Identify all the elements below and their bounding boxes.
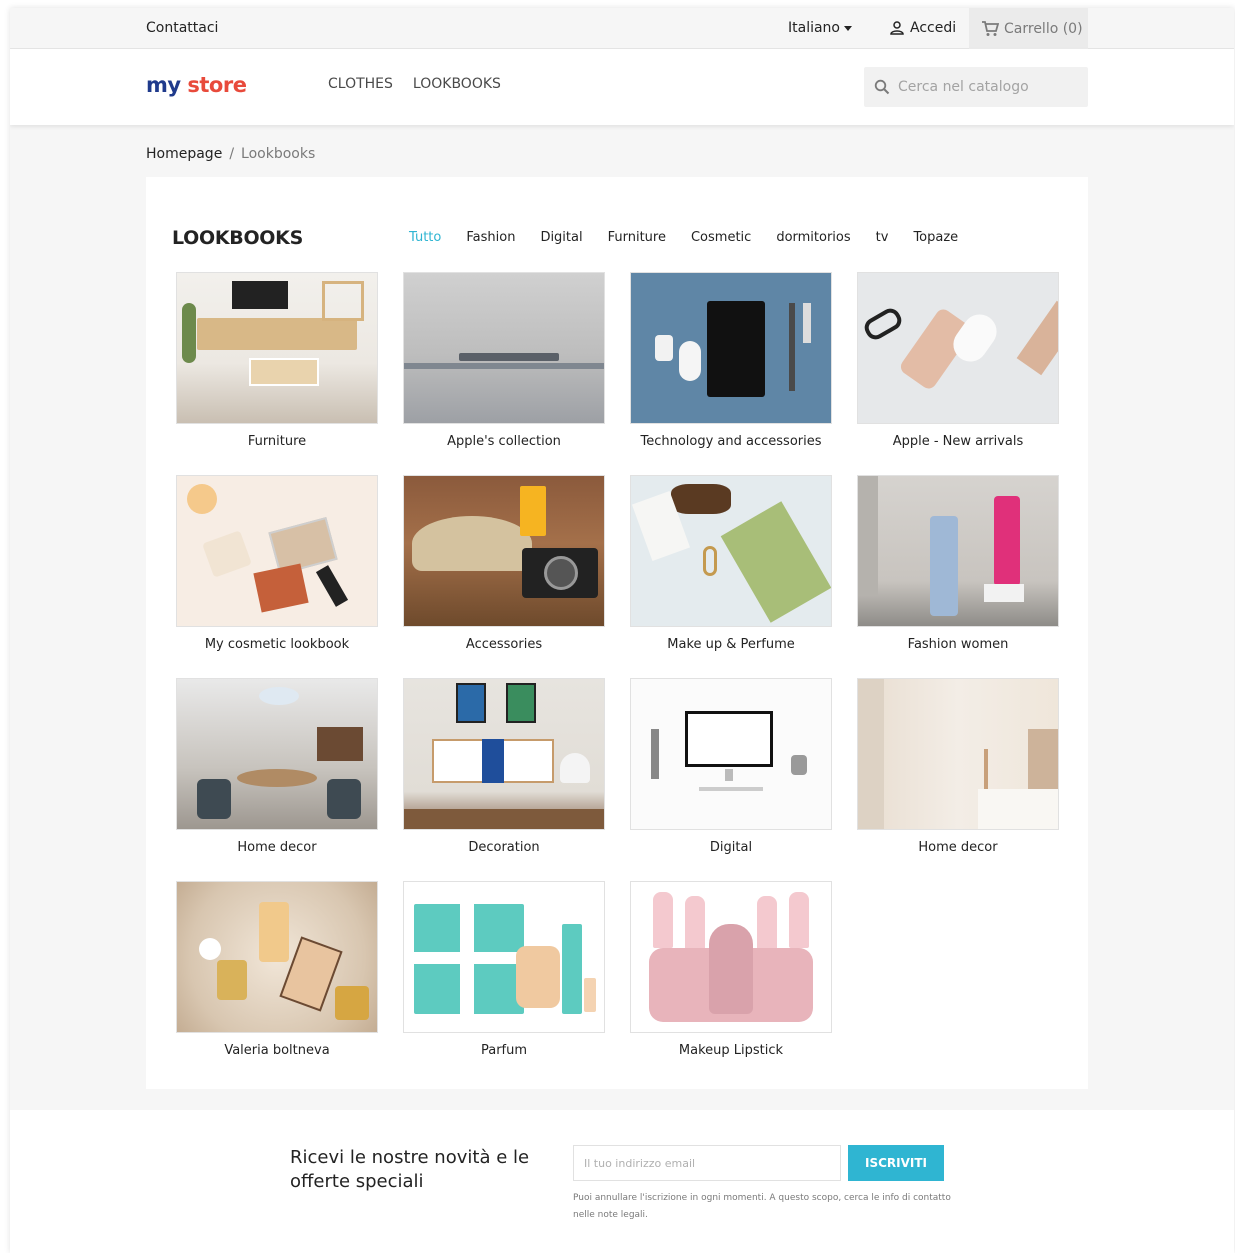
- newsletter-note: Puoi annullare l'iscrizione in ogni mome…: [573, 1193, 951, 1220]
- lookbook-thumbnail[interactable]: [403, 881, 605, 1033]
- lookbook-thumbnail[interactable]: [176, 881, 378, 1033]
- login-label: Accedi: [910, 20, 957, 36]
- logo-part-my: my: [146, 73, 181, 97]
- contact-link[interactable]: Contattaci: [146, 20, 218, 36]
- filter-tab-tv[interactable]: tv: [876, 230, 889, 245]
- cart-label: Carrello (0): [1004, 20, 1083, 37]
- filter-tab-fashion[interactable]: Fashion: [466, 230, 515, 245]
- lookbook-thumbnail[interactable]: [176, 272, 378, 424]
- filter-tabs: Tutto Fashion Digital Furniture Cosmetic…: [409, 230, 958, 245]
- filter-tab-cosmetic[interactable]: Cosmetic: [691, 230, 751, 245]
- language-selector[interactable]: Italiano: [788, 20, 852, 36]
- lookbook-item[interactable]: Technology and accessories: [630, 272, 832, 449]
- lookbook-thumbnail[interactable]: [403, 678, 605, 830]
- lookbook-item[interactable]: Apple - New arrivals: [857, 272, 1059, 449]
- lookbook-caption: Home decor: [918, 840, 998, 855]
- filter-tab-furniture[interactable]: Furniture: [608, 230, 666, 245]
- lookbook-thumbnail[interactable]: [630, 272, 832, 424]
- lookbook-item[interactable]: Digital: [630, 678, 832, 855]
- lookbook-thumbnail[interactable]: [630, 881, 832, 1033]
- lookbook-thumbnail[interactable]: [176, 475, 378, 627]
- breadcrumb-separator: /: [229, 146, 235, 162]
- lookbook-caption: Fashion women: [907, 637, 1009, 652]
- filter-tab-topaze[interactable]: Topaze: [913, 230, 958, 245]
- store-logo[interactable]: my store: [146, 73, 247, 97]
- lookbook-caption: Make up & Perfume: [667, 637, 795, 652]
- lookbook-caption: Apple's collection: [447, 434, 561, 449]
- nav-item-lookbooks[interactable]: LOOKBOOKS: [413, 76, 501, 92]
- lookbook-item[interactable]: Furniture: [176, 272, 378, 449]
- lookbook-thumbnail[interactable]: [176, 678, 378, 830]
- header: my store CLOTHES LOOKBOOKS: [10, 49, 1234, 125]
- lookbook-item[interactable]: Parfum: [403, 881, 605, 1058]
- top-bar: Contattaci Italiano Accedi Carrello (0): [10, 8, 1234, 49]
- page-title: LOOKBOOKS: [172, 227, 303, 249]
- shopping-cart-icon: [982, 20, 999, 36]
- caret-down-icon: [844, 25, 852, 31]
- lookbook-item[interactable]: Accessories: [403, 475, 605, 652]
- search-icon[interactable]: [874, 79, 890, 95]
- lookbook-caption: Home decor: [237, 840, 317, 855]
- user-icon: [890, 21, 904, 35]
- lookbook-caption: Valeria boltneva: [224, 1043, 330, 1058]
- lookbook-item[interactable]: Valeria boltneva: [176, 881, 378, 1058]
- newsletter-heading: Ricevi le nostre novità e le offerte spe…: [290, 1147, 530, 1192]
- email-field[interactable]: [573, 1145, 841, 1181]
- subscribe-button[interactable]: ISCRIVITI: [848, 1145, 944, 1181]
- lookbook-caption: Technology and accessories: [640, 434, 822, 449]
- filter-tab-digital[interactable]: Digital: [540, 230, 582, 245]
- filter-tab-dormitorios[interactable]: dormitorios: [776, 230, 850, 245]
- lookbook-thumbnail[interactable]: [857, 475, 1059, 627]
- lookbook-caption: My cosmetic lookbook: [204, 637, 350, 652]
- lookbook-item[interactable]: Home decor: [176, 678, 378, 855]
- lookbook-caption: Parfum: [480, 1043, 528, 1058]
- lookbook-thumbnail[interactable]: [857, 678, 1059, 830]
- search-input[interactable]: [898, 79, 1068, 95]
- lookbook-item[interactable]: Decoration: [403, 678, 605, 855]
- nav-item-clothes[interactable]: CLOTHES: [328, 76, 393, 92]
- lookbook-caption: Accessories: [465, 637, 543, 652]
- lookbook-caption: Makeup Lipstick: [678, 1043, 784, 1058]
- lookbooks-card: LOOKBOOKS Tutto Fashion Digital Furnitur…: [146, 177, 1088, 1089]
- filter-tab-tutto[interactable]: Tutto: [409, 230, 441, 245]
- newsletter-section: Ricevi le nostre novità e le offerte spe…: [10, 1110, 1234, 1253]
- lookbook-item[interactable]: Home decor: [857, 678, 1059, 855]
- main-nav: CLOTHES LOOKBOOKS: [328, 76, 501, 92]
- cart-button[interactable]: Carrello (0): [969, 8, 1088, 49]
- lookbook-thumbnail[interactable]: [630, 678, 832, 830]
- lookbook-item[interactable]: Make up & Perfume: [630, 475, 832, 652]
- login-link[interactable]: Accedi: [890, 20, 956, 36]
- breadcrumb: Homepage / Lookbooks: [146, 146, 315, 162]
- lookbook-thumbnail[interactable]: [403, 272, 605, 424]
- lookbook-item[interactable]: My cosmetic lookbook: [176, 475, 378, 652]
- breadcrumb-home[interactable]: Homepage: [146, 146, 222, 162]
- page-frame: Contattaci Italiano Accedi Carrello (0) …: [10, 8, 1234, 1253]
- lookbook-caption: Apple - New arrivals: [892, 434, 1024, 449]
- search-box: [864, 67, 1088, 107]
- lookbook-caption: Furniture: [247, 434, 307, 449]
- lookbook-caption: Digital: [709, 840, 753, 855]
- logo-part-store: store: [187, 73, 247, 97]
- language-label: Italiano: [788, 20, 840, 36]
- lookbook-thumbnail[interactable]: [630, 475, 832, 627]
- breadcrumb-current: Lookbooks: [241, 146, 316, 162]
- lookbook-item[interactable]: Apple's collection: [403, 272, 605, 449]
- lookbook-thumbnail[interactable]: [403, 475, 605, 627]
- lookbook-item[interactable]: Fashion women: [857, 475, 1059, 652]
- lookbook-item[interactable]: Makeup Lipstick: [630, 881, 832, 1058]
- lookbook-caption: Decoration: [468, 840, 540, 855]
- lookbook-thumbnail[interactable]: [857, 272, 1059, 424]
